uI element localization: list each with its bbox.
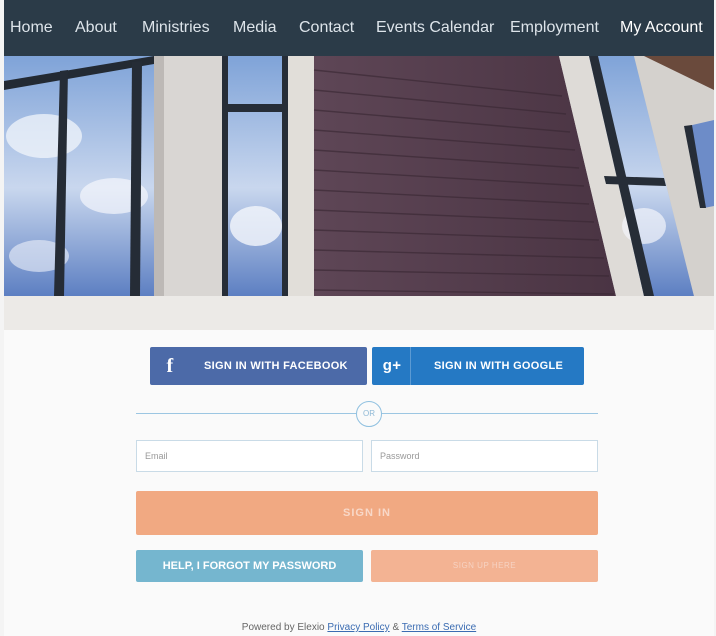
google-signin-button[interactable]: g+ SIGN IN WITH GOOGLE [372, 347, 584, 385]
facebook-icon: f [166, 355, 174, 377]
footer-ampersand: & [392, 622, 400, 633]
forgot-password-button[interactable]: HELP, I FORGOT MY PASSWORD [136, 550, 363, 582]
nav-employment[interactable]: Employment [510, 15, 599, 41]
google-icon-divider [410, 347, 411, 385]
hero-shadow-band [4, 296, 714, 330]
footer: Powered by Elexio Privacy Policy & Terms… [4, 622, 714, 633]
top-navigation: Home About Ministries Media Contact Even… [4, 0, 714, 56]
or-divider-left [136, 413, 356, 414]
nav-home[interactable]: Home [10, 15, 53, 41]
or-badge: OR [356, 401, 382, 427]
facebook-signin-button[interactable]: f SIGN IN WITH FACEBOOK [150, 347, 367, 385]
sign-up-button[interactable]: SIGN UP HERE [371, 550, 598, 582]
terms-of-service-link[interactable]: Terms of Service [402, 622, 476, 633]
nav-events-calendar[interactable]: Events Calendar [376, 15, 494, 41]
page: Home About Ministries Media Contact Even… [4, 0, 714, 636]
nav-my-account[interactable]: My Account [620, 15, 703, 41]
nav-contact[interactable]: Contact [299, 15, 354, 41]
nav-about[interactable]: About [75, 15, 117, 41]
powered-by-text: Powered by Elexio [241, 622, 325, 633]
sign-in-button[interactable]: SIGN IN [136, 491, 598, 535]
facebook-signin-label: SIGN IN WITH FACEBOOK [204, 360, 348, 372]
or-divider-right [380, 413, 598, 414]
password-field[interactable] [371, 440, 598, 472]
google-signin-label: SIGN IN WITH GOOGLE [434, 360, 564, 372]
email-field[interactable] [136, 440, 363, 472]
nav-ministries[interactable]: Ministries [142, 15, 210, 41]
google-plus-icon: g+ [382, 357, 402, 374]
privacy-policy-link[interactable]: Privacy Policy [327, 622, 389, 633]
nav-media[interactable]: Media [233, 15, 277, 41]
hero-building-photo [4, 56, 714, 296]
hero-illustration [4, 56, 714, 296]
